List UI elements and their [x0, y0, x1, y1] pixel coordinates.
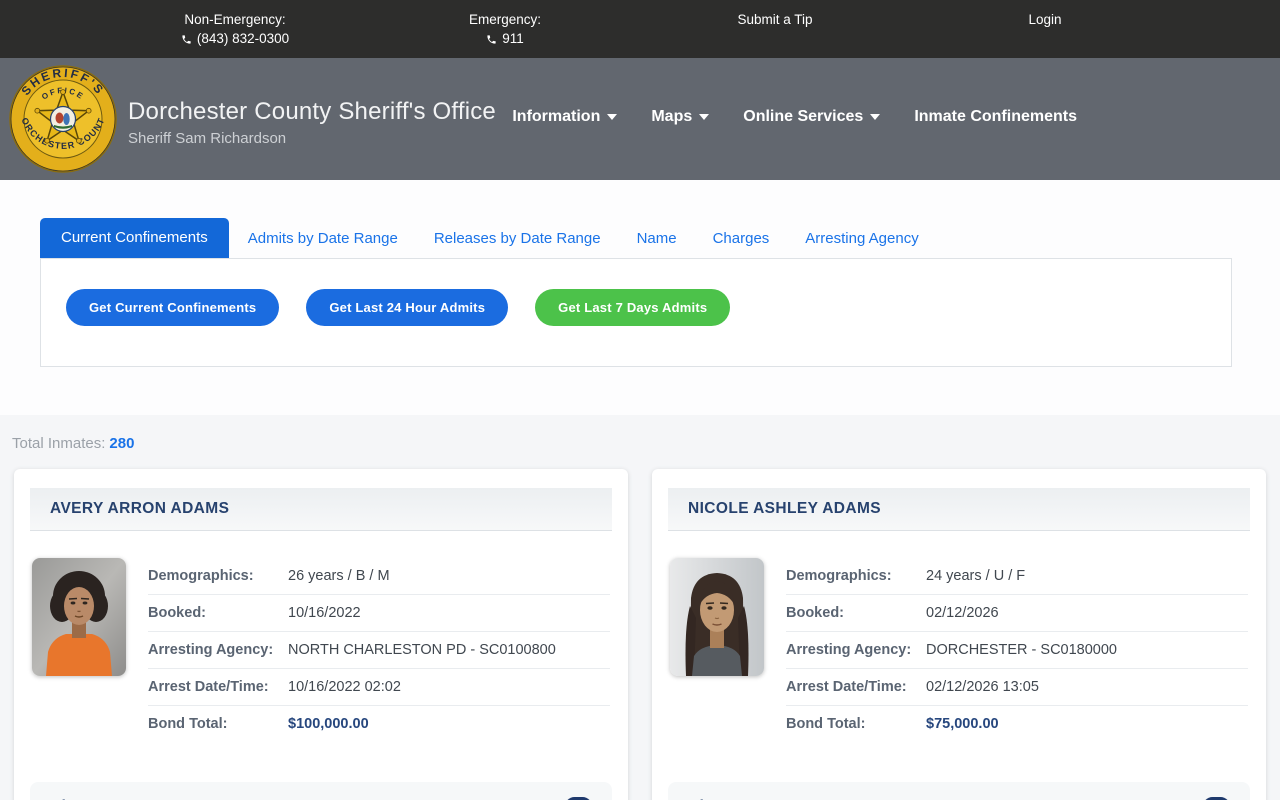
inmate-card: NICOLE ASHLEY ADAMS Demographics: 24 yea…	[652, 469, 1266, 800]
bond-total-value: $100,000.00	[288, 716, 369, 732]
main-nav: Information Maps Online Services Inmate …	[512, 108, 1077, 126]
inmate-details: Demographics: 26 years / B / M Booked: 1…	[148, 558, 610, 742]
detail-row-bond-total: Bond Total: $75,000.00	[786, 716, 999, 732]
non-emergency-phone-link[interactable]: (843) 832-0300	[197, 31, 289, 47]
inmate-name: NICOLE ASHLEY ADAMS	[688, 500, 882, 517]
charges-accordion-header[interactable]: Charges 4	[30, 782, 612, 800]
sheriff-badge-logo[interactable]: SHERIFF'S OFFICE DORCHESTER COUNTY	[8, 62, 118, 176]
nav-online-services[interactable]: Online Services	[743, 108, 881, 126]
total-inmates: Total Inmates: 280	[12, 435, 135, 452]
detail-row-booked: Booked: 10/16/2022	[148, 595, 610, 632]
emergency-contact: Emergency: 911	[370, 12, 640, 58]
detail-row-arresting-agency: Arresting Agency: NORTH CHARLESTON PD - …	[148, 632, 610, 669]
mugshot-photo	[670, 558, 764, 676]
site-title[interactable]: Dorchester County Sheriff's Office	[128, 98, 496, 126]
get-last-24-hour-admits-button[interactable]: Get Last 24 Hour Admits	[306, 289, 509, 326]
site-subtitle: Sheriff Sam Richardson	[128, 130, 287, 147]
results-section: Total Inmates: 280 AVERY ARRON ADAMS Dem…	[0, 415, 1280, 800]
nav-maps[interactable]: Maps	[651, 108, 710, 126]
detail-row-demographics: Demographics: 26 years / B / M	[148, 558, 610, 595]
bond-total-value: $75,000.00	[926, 716, 999, 732]
tab-charges[interactable]: Charges	[696, 220, 787, 258]
tab-name[interactable]: Name	[620, 220, 694, 258]
inmate-card-header: NICOLE ASHLEY ADAMS	[668, 488, 1250, 531]
non-emergency-label: Non-Emergency:	[184, 12, 286, 27]
non-emergency-contact: Non-Emergency: (843) 832-0300	[100, 12, 370, 58]
caret-down-icon	[699, 114, 710, 120]
login-link[interactable]: Login	[1028, 12, 1061, 27]
detail-row-bond-total: Bond Total: $100,000.00	[148, 716, 369, 732]
inmate-details: Demographics: 24 years / U / F Booked: 0…	[786, 558, 1248, 742]
total-inmates-count: 280	[109, 435, 135, 452]
inmate-card: AVERY ARRON ADAMS Demographics: 26 years…	[14, 469, 628, 800]
tab-arresting-agency[interactable]: Arresting Agency	[788, 220, 935, 258]
tab-panel: Get Current Confinements Get Last 24 Hou…	[40, 259, 1232, 367]
nav-information[interactable]: Information	[512, 108, 618, 126]
submit-tip-link[interactable]: Submit a Tip	[737, 12, 812, 27]
detail-row-arrest-datetime: Arrest Date/Time: 10/16/2022 02:02	[148, 669, 610, 706]
mugshot-photo	[32, 558, 126, 676]
inmate-name: AVERY ARRON ADAMS	[50, 500, 230, 517]
tab-admits-by-date-range[interactable]: Admits by Date Range	[231, 220, 415, 258]
charges-accordion-header[interactable]: Charges 1	[668, 782, 1250, 800]
emergency-label: Emergency:	[468, 12, 542, 27]
emergency-phone-link[interactable]: 911	[502, 31, 524, 47]
caret-down-icon	[870, 114, 881, 120]
inmate-card-header: AVERY ARRON ADAMS	[30, 488, 612, 531]
phone-icon	[182, 34, 191, 44]
get-last-7-days-admits-button[interactable]: Get Last 7 Days Admits	[535, 289, 731, 326]
search-tabs: Current Confinements Admits by Date Rang…	[40, 218, 1232, 259]
utility-bar: Non-Emergency: (843) 832-0300 Emergency:…	[0, 0, 1280, 58]
detail-row-arrest-datetime: Arrest Date/Time: 02/12/2026 13:05	[786, 669, 1248, 706]
nav-inmate-confinements[interactable]: Inmate Confinements	[914, 108, 1077, 126]
detail-row-arresting-agency: Arresting Agency: DORCHESTER - SC0180000	[786, 632, 1248, 669]
detail-row-booked: Booked: 02/12/2026	[786, 595, 1248, 632]
tab-current-confinements[interactable]: Current Confinements	[40, 218, 229, 258]
caret-down-icon	[607, 114, 618, 120]
detail-row-demographics: Demographics: 24 years / U / F	[786, 558, 1248, 595]
get-current-confinements-button[interactable]: Get Current Confinements	[66, 289, 280, 326]
tab-releases-by-date-range[interactable]: Releases by Date Range	[417, 220, 618, 258]
site-header: SHERIFF'S OFFICE DORCHESTER COUNTY Dorch…	[0, 58, 1280, 180]
phone-icon	[487, 34, 496, 44]
